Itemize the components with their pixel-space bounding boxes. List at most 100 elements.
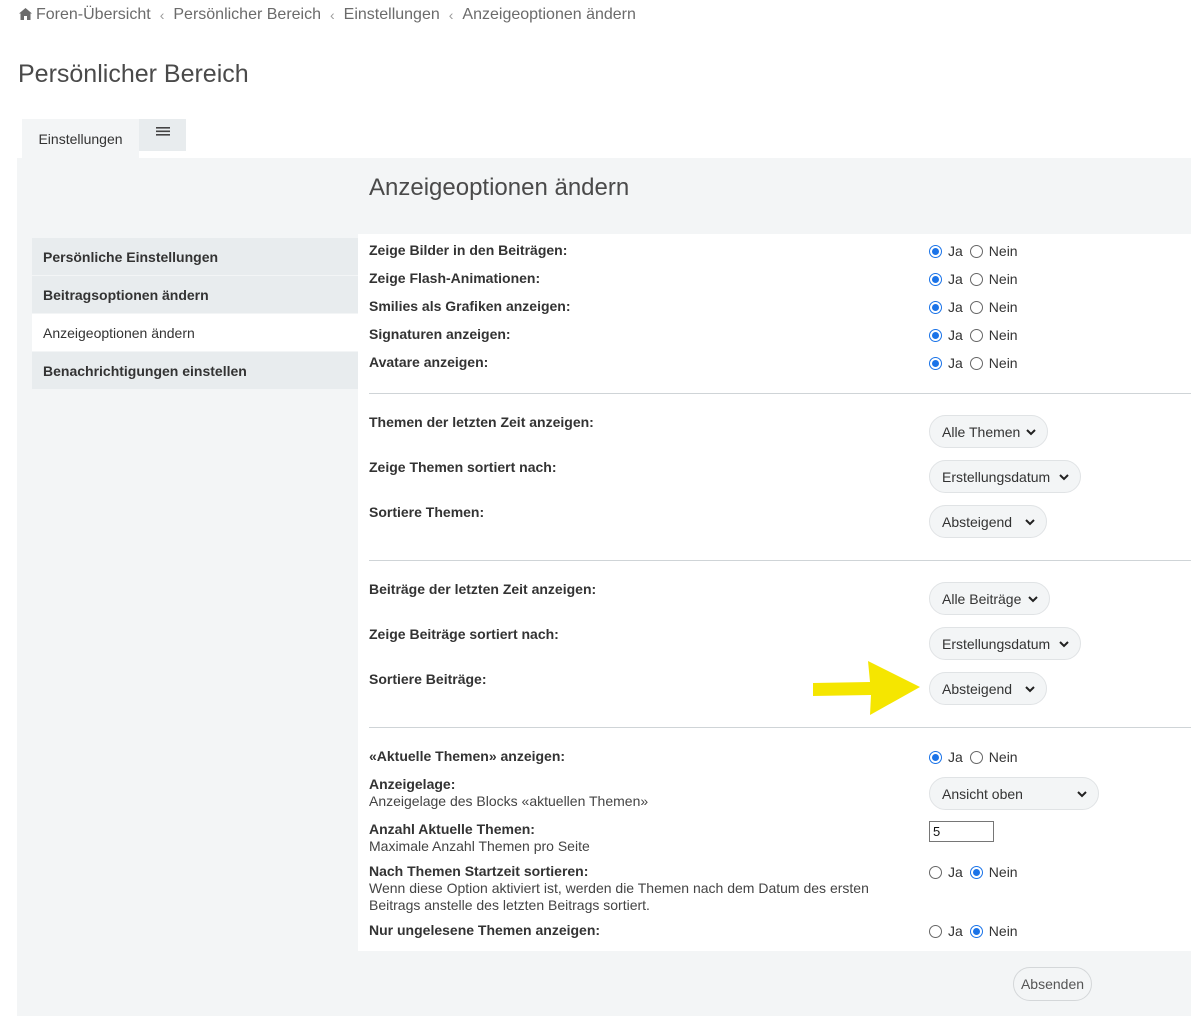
radio-yes[interactable] [929, 328, 942, 342]
radio-yes[interactable] [929, 272, 942, 286]
chevron-down-icon [1059, 641, 1069, 648]
option-desc-sort-start-2: Beitrags anstelle des letzten Beitrags s… [369, 897, 650, 913]
breadcrumb-separator: ‹ [448, 7, 454, 23]
chevron-down-icon [1059, 474, 1069, 481]
radio-group-signatures: Ja Nein [929, 327, 1025, 343]
option-label-topics-sort-by: Zeige Themen sortiert nach: [369, 459, 557, 475]
breadcrumb-personal-area[interactable]: Persönlicher Bereich [173, 6, 321, 24]
radio-no-label: Nein [988, 243, 1018, 259]
select-value: Erstellungsdatum [942, 468, 1051, 485]
radio-no-label: Nein [988, 299, 1018, 315]
select-topics-recent[interactable]: Alle Themen [929, 415, 1048, 448]
radio-yes[interactable] [929, 244, 942, 258]
radio-no[interactable] [969, 272, 983, 286]
radio-yes-label: Ja [948, 355, 963, 371]
option-label-topics-order: Sortiere Themen: [369, 504, 485, 520]
radio-no[interactable] [969, 750, 983, 764]
breadcrumb: Foren-Übersicht ‹ Persönlicher Bereich ‹… [19, 6, 636, 24]
option-label-posts-order: Sortiere Beiträge: [369, 671, 487, 687]
select-topics-order[interactable]: Absteigend [929, 505, 1047, 538]
radio-group-sort-start: Ja Nein [929, 864, 1025, 880]
option-label-posts-recent: Beiträge der letzten Zeit anzeigen: [369, 581, 597, 597]
section-divider [369, 393, 1191, 394]
select-location[interactable]: Ansicht oben [929, 777, 1099, 810]
option-label-signatures: Signaturen anzeigen: [369, 326, 511, 342]
select-posts-recent[interactable]: Alle Beiträge [929, 582, 1050, 615]
option-label-recent-topics: «Aktuelle Themen» anzeigen: [369, 748, 566, 764]
count-input[interactable] [929, 821, 994, 842]
select-value: Erstellungsdatum [942, 635, 1051, 652]
chevron-down-icon [1025, 519, 1035, 526]
radio-no-label: Nein [988, 864, 1018, 880]
radio-group-images: Ja Nein [929, 243, 1025, 259]
option-label-location: Anzeigelage: [369, 776, 456, 792]
breadcrumb-separator: ‹ [159, 7, 165, 23]
radio-yes[interactable] [929, 924, 942, 938]
option-label-smilies: Smilies als Grafiken anzeigen: [369, 298, 571, 314]
radio-group-flash: Ja Nein [929, 271, 1025, 287]
radio-no-label: Nein [988, 271, 1018, 287]
radio-yes[interactable] [929, 356, 942, 370]
option-desc-sort-start-1: Wenn diese Option aktiviert ist, werden … [369, 880, 869, 896]
tab-menu-button[interactable] [139, 119, 186, 151]
sidebar-item-post-options[interactable]: Beitragsoptionen ändern [32, 276, 358, 313]
radio-yes[interactable] [929, 750, 942, 764]
radio-yes[interactable] [929, 865, 942, 879]
select-posts-order[interactable]: Absteigend [929, 672, 1047, 705]
select-value: Ansicht oben [942, 785, 1023, 802]
radio-no[interactable] [969, 356, 983, 370]
radio-no[interactable] [969, 244, 983, 258]
radio-yes-label: Ja [948, 749, 963, 765]
select-value: Alle Themen [942, 423, 1021, 440]
option-label-images: Zeige Bilder in den Beiträgen: [369, 242, 568, 258]
radio-yes-label: Ja [948, 327, 963, 343]
tab-settings[interactable]: Einstellungen [22, 119, 139, 158]
submit-button[interactable]: Absenden [1013, 967, 1092, 1001]
section-divider [369, 727, 1191, 728]
radio-no-label: Nein [988, 327, 1018, 343]
hamburger-icon [155, 127, 170, 136]
radio-group-unread: Ja Nein [929, 923, 1025, 939]
page-title: Persönlicher Bereich [18, 60, 249, 88]
radio-group-recent-topics: Ja Nein [929, 749, 1025, 765]
chevron-down-icon [1025, 686, 1035, 693]
radio-yes-label: Ja [948, 271, 963, 287]
sidebar-item-notifications[interactable]: Benachrichtigungen einstellen [32, 352, 358, 389]
radio-yes[interactable] [929, 300, 942, 314]
radio-yes-label: Ja [948, 299, 963, 315]
option-label-unread: Nur ungelesene Themen anzeigen: [369, 922, 601, 938]
home-icon[interactable] [19, 8, 32, 20]
select-topics-sort-by[interactable]: Erstellungsdatum [929, 460, 1081, 493]
section-title: Anzeigeoptionen ändern [369, 174, 630, 201]
radio-group-avatars: Ja Nein [929, 355, 1025, 371]
sidebar-item-personal-settings[interactable]: Persönliche Einstellungen [32, 238, 358, 275]
radio-yes-label: Ja [948, 864, 963, 880]
breadcrumb-forum-index[interactable]: Foren-Übersicht [36, 6, 151, 24]
option-label-flash: Zeige Flash-Animationen: [369, 270, 541, 286]
chevron-down-icon [1077, 791, 1087, 798]
radio-no[interactable] [969, 300, 983, 314]
option-label-count: Anzahl Aktuelle Themen: [369, 821, 535, 837]
option-label-avatars: Avatare anzeigen: [369, 354, 489, 370]
breadcrumb-settings[interactable]: Einstellungen [344, 6, 440, 24]
option-label-sort-start: Nach Themen Startzeit sortieren: [369, 863, 589, 879]
select-posts-sort-by[interactable]: Erstellungsdatum [929, 627, 1081, 660]
select-value: Absteigend [942, 513, 1013, 530]
radio-yes-label: Ja [948, 243, 963, 259]
radio-no-label: Nein [988, 355, 1018, 371]
chevron-down-icon [1026, 429, 1036, 436]
chevron-down-icon [1028, 596, 1038, 603]
option-desc-location: Anzeigelage des Blocks «aktuellen Themen… [369, 793, 649, 809]
breadcrumb-display-options[interactable]: Anzeigeoptionen ändern [462, 6, 635, 24]
radio-yes-label: Ja [948, 923, 963, 939]
annotation-arrow-icon [813, 661, 920, 715]
option-label-topics-recent: Themen der letzten Zeit anzeigen: [369, 414, 594, 430]
select-value: Alle Beiträge [942, 590, 1022, 607]
radio-no[interactable] [969, 924, 983, 938]
option-label-posts-sort-by: Zeige Beiträge sortiert nach: [369, 626, 559, 642]
radio-no[interactable] [969, 865, 983, 879]
tab-bar: Einstellungen [22, 119, 186, 158]
sidebar-item-display-options[interactable]: Anzeigeoptionen ändern [32, 314, 358, 351]
radio-no[interactable] [969, 328, 983, 342]
section-divider [369, 560, 1191, 561]
